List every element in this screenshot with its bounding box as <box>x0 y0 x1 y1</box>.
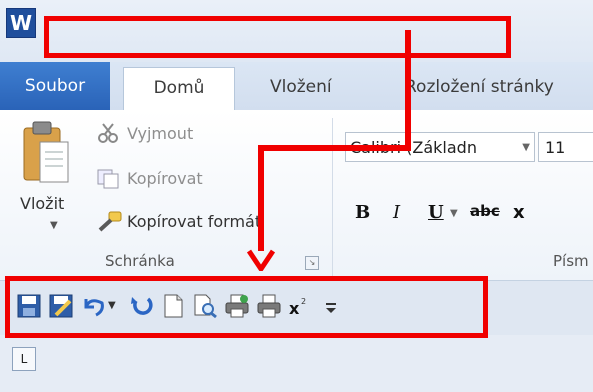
paste-button-label[interactable]: Vložit <box>20 194 64 213</box>
tab-selector-button[interactable]: L <box>12 347 36 371</box>
ribbon-tab-bar: Soubor Domů Vložení Rozložení stránky <box>0 62 593 112</box>
chevron-down-icon: ▼ <box>522 142 530 153</box>
tab-page-layout[interactable]: Rozložení stránky <box>405 67 554 107</box>
group-separator <box>332 118 333 276</box>
copy-label: Kopírovat <box>127 168 203 188</box>
annotation-arrow-head <box>247 249 275 271</box>
tab-file[interactable]: Soubor <box>0 62 110 110</box>
cut-label: Vyjmout <box>127 123 194 143</box>
paste-dropdown-icon[interactable]: ▼ <box>50 220 58 231</box>
format-painter-label: Kopírovat formát <box>127 211 262 231</box>
italic-button[interactable]: I <box>393 202 400 223</box>
annotation-arrow-line <box>258 145 264 251</box>
word-app-icon[interactable]: W <box>6 8 36 38</box>
underline-button[interactable]: U <box>428 202 444 223</box>
annotation-arrow-line <box>405 30 411 150</box>
ribbon-home: Vložit ▼ Vyjmout Kopírovat Kopírovat for… <box>0 110 593 281</box>
annotation-box-title <box>44 16 511 58</box>
bold-button[interactable]: B <box>355 202 370 223</box>
cut-button[interactable]: Vyjmout <box>95 122 193 144</box>
format-painter-button[interactable]: Kopírovat formát <box>95 210 261 232</box>
copy-button[interactable]: Kopírovat <box>95 167 203 189</box>
annotation-arrow-line <box>258 145 411 151</box>
underline-dropdown-icon[interactable]: ▼ <box>450 208 458 219</box>
tab-insert[interactable]: Vložení <box>270 67 332 107</box>
strikethrough-button[interactable]: abc <box>470 202 500 220</box>
tab-home[interactable]: Domů <box>123 67 235 112</box>
clipboard-dialog-launcher-icon[interactable]: ↘ <box>305 256 319 270</box>
scissors-icon <box>98 123 118 143</box>
font-size-select[interactable]: 11 <box>538 132 593 162</box>
format-painter-icon <box>98 211 122 232</box>
annotation-box-toolbar <box>5 276 488 338</box>
copy-icon <box>97 169 119 189</box>
font-group-label: Písm <box>553 252 589 270</box>
document-area: L <box>0 335 593 392</box>
clipboard-group-label: Schránka <box>105 252 175 270</box>
paste-icon[interactable] <box>20 118 72 188</box>
subscript-button[interactable]: x <box>513 202 525 223</box>
